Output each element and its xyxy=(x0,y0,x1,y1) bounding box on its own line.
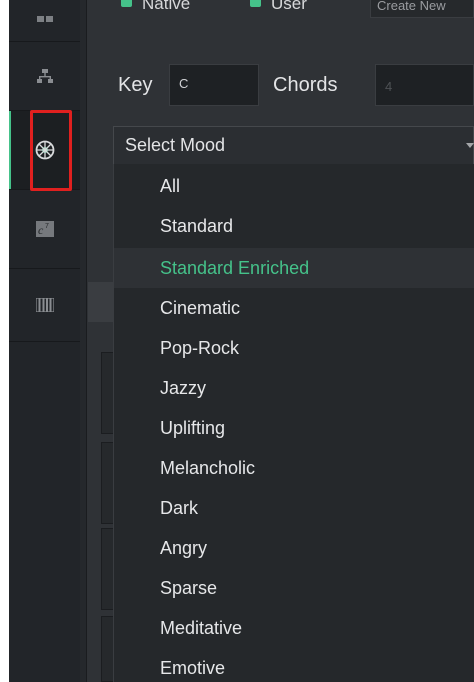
mood-option-dark[interactable]: Dark xyxy=(114,488,474,528)
mood-select[interactable]: Select Mood xyxy=(113,126,474,164)
grid-icon xyxy=(36,15,54,26)
active-indicator xyxy=(9,111,11,189)
mood-option-sparse[interactable]: Sparse xyxy=(114,568,474,608)
mood-option-cinematic[interactable]: Cinematic xyxy=(114,288,474,328)
sidebar: c 7 xyxy=(9,0,81,682)
chords-input[interactable]: 4 xyxy=(375,64,474,106)
sidebar-item-piano[interactable] xyxy=(9,269,80,342)
create-new-field[interactable]: Create New xyxy=(370,0,474,18)
piano-keys-icon xyxy=(35,298,54,312)
mood-option-jazzy[interactable]: Jazzy xyxy=(114,368,474,408)
svg-text:c: c xyxy=(38,223,44,237)
sidebar-item-chords[interactable]: c 7 xyxy=(9,190,80,269)
column-divider xyxy=(80,0,87,682)
user-label: User xyxy=(271,0,307,13)
mood-option-angry[interactable]: Angry xyxy=(114,528,474,568)
mood-option-uplifting[interactable]: Uplifting xyxy=(114,408,474,448)
key-label: Key xyxy=(118,74,153,96)
mood-option-standard-enriched[interactable]: Standard Enriched xyxy=(114,248,474,288)
source-row: Native User Create New xyxy=(87,0,474,20)
hierarchy-icon xyxy=(36,68,53,84)
sidebar-item-grid[interactable] xyxy=(9,0,80,42)
key-input[interactable]: C xyxy=(169,64,259,106)
mood-option-emotive[interactable]: Emotive xyxy=(114,648,474,682)
mood-option-pop-rock[interactable]: Pop-Rock xyxy=(114,328,474,368)
highlight-box xyxy=(30,110,72,191)
mood-option-standard[interactable]: Standard xyxy=(114,206,474,246)
window-edge xyxy=(0,0,9,682)
main-panel: Native User Create New Key C Chords 4 Se… xyxy=(87,0,474,682)
mood-option-melancholic[interactable]: Melancholic xyxy=(114,448,474,488)
chord-c7-icon: c 7 xyxy=(35,221,54,237)
app-window: c 7 Native User Create New Key C Chords … xyxy=(0,0,474,682)
mood-option-meditative[interactable]: Meditative xyxy=(114,608,474,648)
svg-text:7: 7 xyxy=(45,223,49,230)
mood-option-all[interactable]: All xyxy=(114,166,474,206)
sidebar-item-structure[interactable] xyxy=(9,42,80,111)
mood-dropdown-list: All Standard Standard Enriched Cinematic… xyxy=(113,164,474,682)
user-checkbox[interactable] xyxy=(250,0,261,7)
chords-label: Chords xyxy=(273,74,338,96)
native-label: Native xyxy=(142,0,191,13)
chevron-down-icon xyxy=(466,143,474,148)
native-checkbox[interactable] xyxy=(121,0,132,7)
